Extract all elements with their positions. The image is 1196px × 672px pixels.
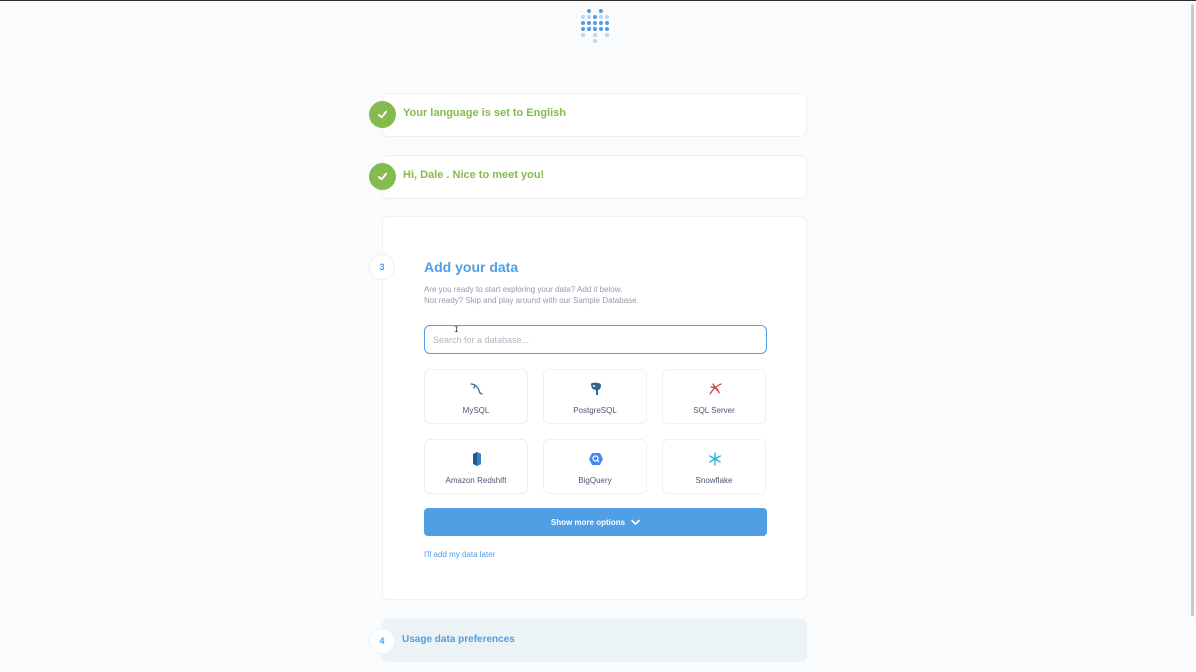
step-user-label: Hi, Dale . Nice to meet you! bbox=[403, 169, 545, 181]
check-icon bbox=[369, 163, 396, 190]
database-option-sql-server[interactable]: SQL Server bbox=[662, 369, 766, 424]
database-name: Amazon Redshift bbox=[445, 476, 507, 485]
add-data-later-link[interactable]: I'll add my data later bbox=[424, 550, 495, 559]
step-usage-data[interactable]: Usage data preferences bbox=[382, 619, 807, 662]
step-number-badge: 4 bbox=[369, 628, 395, 654]
database-name: Snowflake bbox=[695, 476, 733, 485]
chevron-down-icon bbox=[631, 519, 640, 525]
mysql-dolphin-icon bbox=[470, 383, 483, 395]
database-option-mysql[interactable]: MySQL bbox=[424, 369, 528, 424]
bigquery-icon bbox=[589, 453, 603, 465]
show-more-options-button[interactable]: Show more options bbox=[424, 508, 767, 536]
check-icon bbox=[369, 101, 396, 128]
step-user[interactable]: Hi, Dale . Nice to meet you! bbox=[382, 155, 807, 199]
database-option-amazon-redshift[interactable]: Amazon Redshift bbox=[424, 439, 528, 494]
page-scrollbar[interactable] bbox=[1191, 4, 1194, 616]
database-option-snowflake[interactable]: Snowflake bbox=[662, 439, 766, 494]
database-name: SQL Server bbox=[693, 406, 735, 415]
show-more-options-label: Show more options bbox=[550, 517, 626, 527]
database-search-input[interactable] bbox=[424, 325, 767, 354]
add-data-description: Are you ready to start exploring your da… bbox=[424, 284, 639, 306]
step-add-data: Add your data Are you ready to start exp… bbox=[382, 216, 807, 600]
database-name: PostgreSQL bbox=[573, 406, 617, 415]
step-usage-label: Usage data preferences bbox=[402, 634, 515, 645]
step-number-badge: 3 bbox=[369, 254, 395, 280]
redshift-icon bbox=[473, 452, 481, 466]
add-data-description-line1: Are you ready to start exploring your da… bbox=[424, 285, 623, 294]
metabase-logo bbox=[581, 9, 609, 43]
add-data-description-line2: Not ready? Skip and play around with our… bbox=[424, 296, 639, 305]
step-language-label: Your language is set to English bbox=[403, 107, 566, 119]
database-name: BigQuery bbox=[578, 476, 612, 485]
step-language[interactable]: Your language is set to English bbox=[382, 93, 807, 137]
window-top-border bbox=[0, 0, 1196, 1]
text-cursor-icon: I bbox=[454, 326, 459, 335]
add-data-title: Add your data bbox=[424, 259, 519, 275]
database-name: MySQL bbox=[462, 406, 490, 415]
postgresql-elephant-icon bbox=[591, 382, 601, 395]
snowflake-icon bbox=[709, 452, 721, 466]
database-option-postgresql[interactable]: PostgreSQL bbox=[543, 369, 647, 424]
database-option-bigquery[interactable]: BigQuery bbox=[543, 439, 647, 494]
sql-server-icon bbox=[709, 383, 722, 395]
